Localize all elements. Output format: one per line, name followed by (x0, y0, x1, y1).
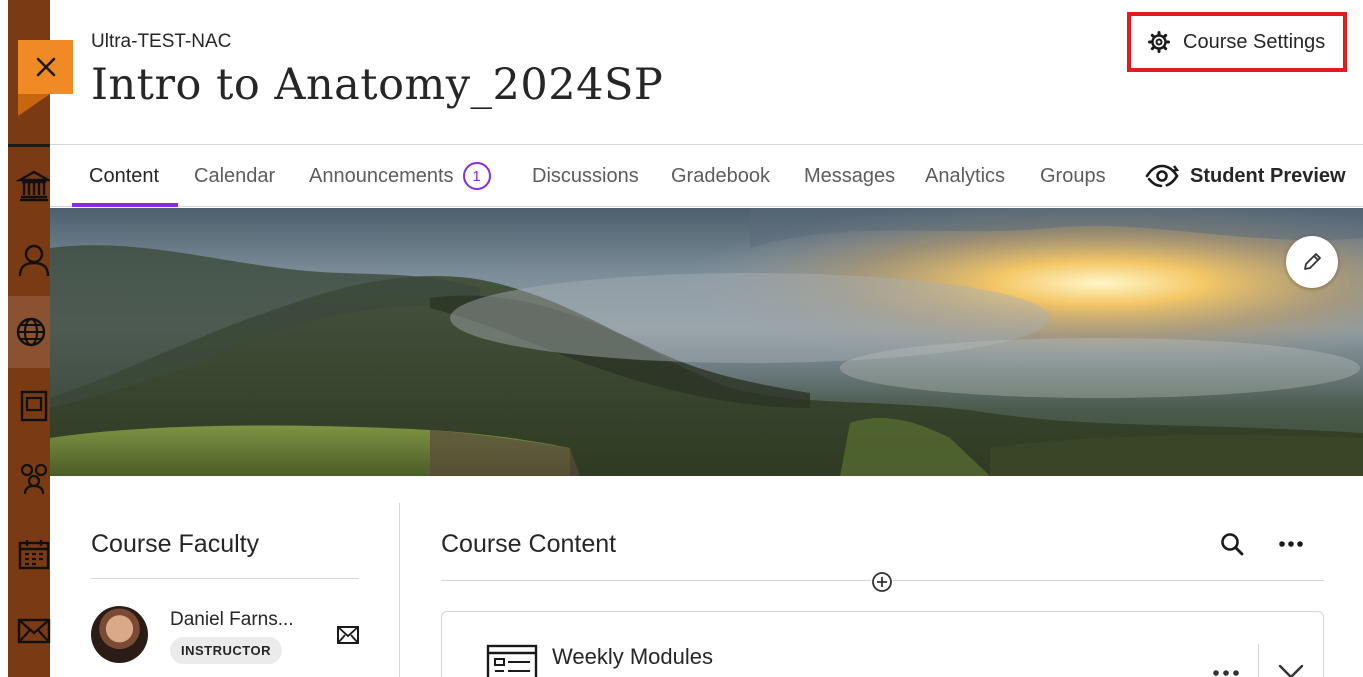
profile-icon (18, 244, 50, 277)
tab-groups-label: Groups (1040, 164, 1106, 187)
role-badge: INSTRUCTOR (170, 637, 282, 664)
search-content-button[interactable] (1219, 531, 1245, 557)
messages-icon (17, 618, 51, 644)
tab-discussions[interactable]: Discussions (532, 145, 639, 207)
organization-name: Ultra-TEST-NAC (91, 31, 232, 52)
rail-calendar-button[interactable] (14, 534, 54, 574)
pencil-icon (1304, 253, 1321, 270)
faculty-divider (91, 578, 359, 579)
more-horizontal-icon (1279, 541, 1303, 547)
tab-analytics-label: Analytics (925, 164, 1006, 187)
tab-announcements[interactable]: Announcements 1 (309, 145, 491, 207)
eye-refresh-icon (1144, 162, 1180, 190)
banner-landscape-graphic (50, 208, 1363, 476)
more-horizontal-icon (1213, 670, 1239, 676)
rail-courses-globe-button[interactable] (8, 296, 54, 368)
tab-gradebook[interactable]: Gradebook (671, 145, 770, 207)
course-settings-button[interactable]: Course Settings (1127, 12, 1347, 72)
announcements-count-badge: 1 (462, 162, 491, 190)
avatar[interactable] (91, 606, 148, 663)
add-content-button[interactable] (871, 571, 893, 593)
faculty-name[interactable]: Daniel Farns... (170, 609, 294, 631)
close-icon (36, 57, 55, 77)
tab-discussions-label: Discussions (532, 164, 639, 187)
tab-analytics[interactable]: Analytics (925, 145, 1005, 207)
plus-circle-icon (872, 572, 892, 592)
course-nav: Content Calendar Announcements 1 Discuss… (50, 144, 1363, 207)
globe-icon (16, 317, 46, 347)
groups-icon (20, 463, 48, 495)
rail-messages-button[interactable] (14, 610, 54, 650)
active-tab-indicator (72, 203, 178, 207)
tab-content[interactable]: Content (89, 145, 159, 207)
chevron-down-icon (1278, 664, 1304, 677)
tab-announcements-label: Announcements (309, 164, 454, 187)
module-card-weekly-modules[interactable]: Weekly Modules (441, 611, 1324, 677)
course-faculty-heading: Course Faculty (91, 530, 260, 558)
content-more-options-button[interactable] (1277, 531, 1305, 557)
tab-messages-label: Messages (804, 164, 896, 187)
rail-profile-button[interactable] (14, 240, 54, 280)
rail-groups-button[interactable] (14, 458, 54, 498)
course-title: Intro to Anatomy_2024SP (91, 60, 664, 110)
close-tab-fold (18, 94, 50, 116)
tab-content-label: Content (89, 164, 160, 187)
module-more-options-button[interactable] (1212, 668, 1240, 677)
course-content-heading: Course Content (441, 530, 617, 558)
student-preview-button[interactable]: Student Preview (1144, 145, 1346, 207)
tab-messages[interactable]: Messages (804, 145, 895, 207)
expand-module-button[interactable] (1278, 664, 1304, 677)
mail-icon (337, 626, 359, 644)
column-divider (399, 503, 400, 677)
student-preview-label: Student Preview (1190, 164, 1346, 187)
calendar-icon (18, 540, 50, 570)
tab-gradebook-label: Gradebook (671, 164, 770, 187)
institution-icon (16, 170, 52, 202)
learning-module-icon (486, 644, 538, 677)
tab-groups[interactable]: Groups (1040, 145, 1106, 207)
tab-calendar-label: Calendar (194, 164, 276, 187)
edit-banner-button[interactable] (1286, 236, 1338, 288)
message-instructor-button[interactable] (336, 624, 360, 646)
gear-icon (1147, 30, 1171, 54)
tab-calendar[interactable]: Calendar (194, 145, 275, 207)
search-icon (1221, 533, 1244, 556)
rail-divider (8, 144, 50, 147)
course-banner-image (50, 208, 1363, 476)
course-settings-label: Course Settings (1183, 30, 1326, 53)
courses-icon (20, 390, 48, 422)
module-title[interactable]: Weekly Modules (552, 644, 713, 670)
close-course-button[interactable] (18, 40, 73, 94)
rail-organizations-button[interactable] (14, 386, 54, 426)
rail-institution-button[interactable] (14, 166, 54, 206)
module-action-divider (1258, 644, 1259, 677)
